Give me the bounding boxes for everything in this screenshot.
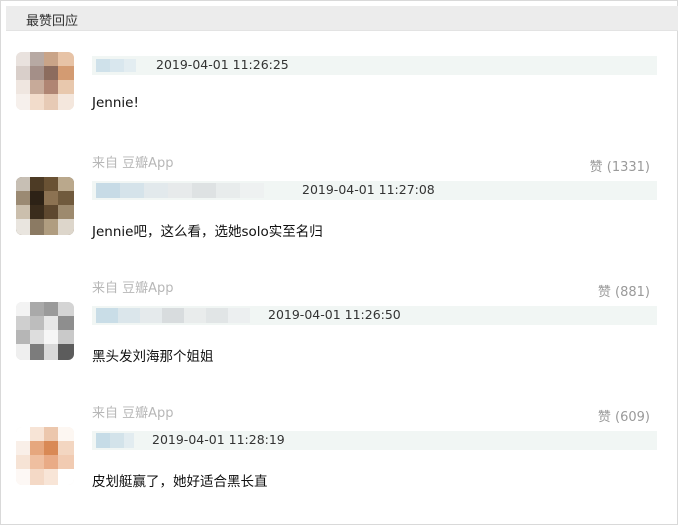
- avatar[interactable]: [16, 302, 74, 360]
- comment-meta-bar: 2019-04-01 11:28:19: [92, 431, 657, 450]
- comment-timestamp: 2019-04-01 11:26:50: [268, 307, 401, 322]
- username-blurred[interactable]: [92, 306, 268, 325]
- section-title: 最赞回应: [26, 14, 79, 29]
- like-button[interactable]: 赞 (1331): [590, 156, 650, 175]
- like-button[interactable]: 赞 (609): [598, 406, 650, 425]
- comment-text: 皮划艇赢了，她好适合黑长直: [92, 474, 268, 490]
- comment-timestamp: 2019-04-01 11:28:19: [152, 432, 285, 447]
- username-blurred[interactable]: [92, 56, 142, 75]
- comment-source: 来自 豆瓣App: [92, 406, 174, 421]
- comment-text: Jennie!: [92, 95, 139, 111]
- comment-meta-bar: 2019-04-01 11:27:08: [92, 181, 657, 200]
- comment-source: 来自 豆瓣App: [92, 281, 174, 296]
- username-blurred[interactable]: [92, 181, 292, 200]
- avatar[interactable]: [16, 177, 74, 235]
- comment-source: 来自 豆瓣App: [92, 156, 174, 171]
- section-header: 最赞回应: [6, 6, 678, 31]
- comment-text: 黑头发刘海那个姐姐: [92, 349, 214, 365]
- comment-meta-bar: 2019-04-01 11:26:50: [92, 306, 657, 325]
- avatar[interactable]: [16, 52, 74, 110]
- like-button[interactable]: 赞 (881): [598, 281, 650, 300]
- comment-timestamp: 2019-04-01 11:27:08: [302, 182, 435, 197]
- username-blurred[interactable]: [92, 431, 138, 450]
- comment-timestamp: 2019-04-01 11:26:25: [156, 57, 289, 72]
- comment-meta-bar: 2019-04-01 11:26:25: [92, 56, 657, 75]
- avatar[interactable]: [16, 427, 74, 485]
- comment-text: Jennie吧，这么看，选她solo实至名归: [92, 224, 323, 240]
